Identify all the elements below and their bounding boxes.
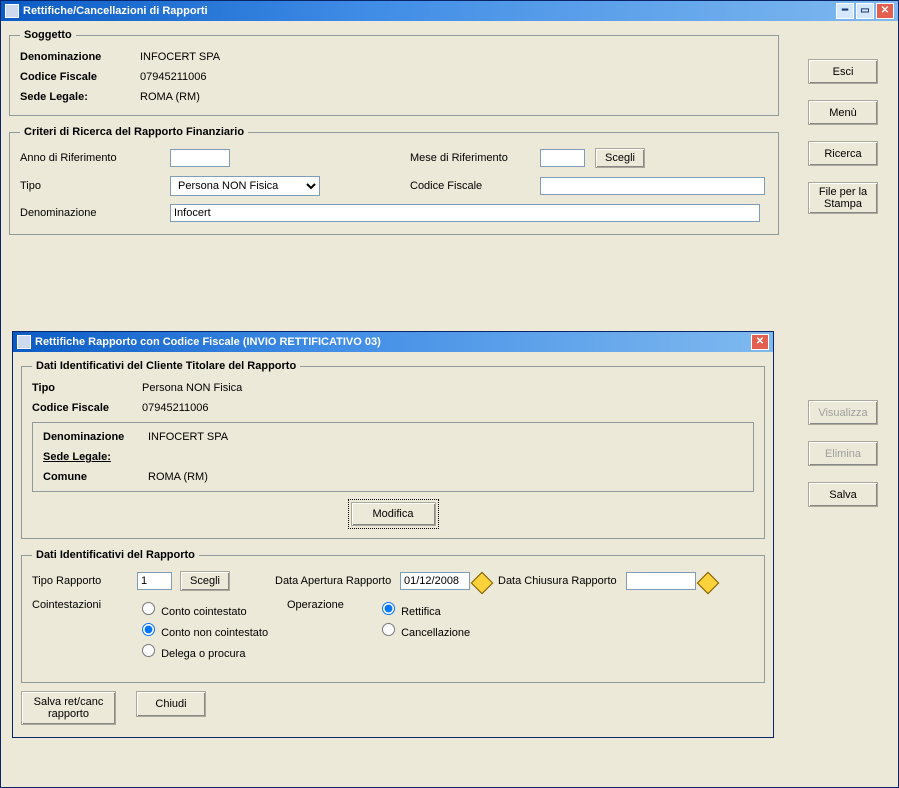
soggetto-legend: Soggetto: [20, 29, 76, 41]
scegli-tipo-rapporto-button[interactable]: Scegli: [180, 571, 230, 591]
data-apertura-input[interactable]: [400, 572, 470, 590]
soggetto-group: Soggetto Denominazione INFOCERT SPA Codi…: [9, 29, 779, 116]
side-button-panel: Esci Menù Ricerca File per la Stampa Vis…: [808, 59, 888, 507]
cliente-tipo-value: Persona NON Fisica: [142, 382, 242, 394]
radio-cancellazione[interactable]: Cancellazione: [377, 620, 470, 639]
data-apertura-label: Data Apertura Rapporto: [275, 575, 400, 587]
calendar-apertura-icon[interactable]: [471, 572, 494, 595]
elimina-button[interactable]: Elimina: [808, 441, 878, 466]
menu-button[interactable]: Menù: [808, 100, 878, 125]
modifica-button[interactable]: Modifica: [351, 502, 436, 526]
dialog-titlebar: Rettifiche Rapporto con Codice Fiscale (…: [13, 332, 773, 352]
chiudi-button[interactable]: Chiudi: [136, 691, 206, 717]
rapporto-legend: Dati Identificativi del Rapporto: [32, 549, 199, 561]
window-icon: [5, 4, 19, 18]
cliente-subbox: Denominazione INFOCERT SPA Sede Legale: …: [32, 422, 754, 492]
dialog-title: Rettifiche Rapporto con Codice Fiscale (…: [35, 336, 381, 348]
salva-ret-canc-button[interactable]: Salva ret/canc rapporto: [21, 691, 116, 725]
criteri-group: Criteri di Ricerca del Rapporto Finanzia…: [9, 126, 779, 235]
cf-input[interactable]: [540, 177, 765, 195]
radio-delega-procura[interactable]: Delega o procura: [137, 641, 287, 660]
codice-fiscale-value: 07945211006: [140, 71, 206, 83]
cliente-sede-label[interactable]: Sede Legale:: [43, 451, 148, 463]
cliente-comune-value: ROMA (RM): [148, 471, 208, 483]
dialog-close-button[interactable]: ✕: [751, 334, 769, 350]
mese-label: Mese di Riferimento: [410, 152, 540, 164]
cointestazioni-label: Cointestazioni: [32, 599, 137, 611]
cliente-legend: Dati Identificativi del Cliente Titolare…: [32, 360, 300, 372]
denom-input[interactable]: [170, 204, 760, 222]
maximize-button[interactable]: ▭: [856, 3, 874, 19]
radio-rettifica[interactable]: Rettifica: [377, 599, 470, 618]
anno-label: Anno di Riferimento: [20, 152, 170, 164]
cliente-tipo-label: Tipo: [32, 382, 142, 394]
criteri-legend: Criteri di Ricerca del Rapporto Finanzia…: [20, 126, 248, 138]
operazione-radios: Rettifica Cancellazione: [377, 599, 470, 641]
cliente-denom-value: INFOCERT SPA: [148, 431, 228, 443]
tipo-rapporto-input[interactable]: [137, 572, 172, 590]
rapporto-group: Dati Identificativi del Rapporto Tipo Ra…: [21, 549, 765, 683]
ricerca-button[interactable]: Ricerca: [808, 141, 878, 166]
radio-conto-non-cointestato[interactable]: Conto non cointestato: [137, 620, 287, 639]
cliente-denom-label: Denominazione: [43, 431, 148, 443]
codice-fiscale-label: Codice Fiscale: [20, 71, 140, 83]
salva-button[interactable]: Salva: [808, 482, 878, 507]
cliente-group: Dati Identificativi del Cliente Titolare…: [21, 360, 765, 539]
main-titlebar: Rettifiche/Cancellazioni di Rapporti ━ ▭…: [1, 1, 898, 21]
tipo-label: Tipo: [20, 180, 170, 192]
denominazione-label: Denominazione: [20, 51, 140, 63]
visualizza-button[interactable]: Visualizza: [808, 400, 878, 425]
radio-conto-cointestato[interactable]: Conto cointestato: [137, 599, 287, 618]
cliente-cf-value: 07945211006: [142, 402, 208, 414]
sede-legale-label: Sede Legale:: [20, 91, 140, 103]
cliente-cf-label: Codice Fiscale: [32, 402, 142, 414]
data-chiusura-label: Data Chiusura Rapporto: [498, 575, 626, 587]
cointestazioni-radios: Conto cointestato Conto non cointestato …: [137, 599, 287, 662]
data-chiusura-input[interactable]: [626, 572, 696, 590]
cliente-comune-label: Comune: [43, 471, 148, 483]
sede-legale-value: ROMA (RM): [140, 91, 200, 103]
close-button[interactable]: ✕: [876, 3, 894, 19]
scegli-mese-button[interactable]: Scegli: [595, 148, 645, 168]
denominazione-value: INFOCERT SPA: [140, 51, 220, 63]
denom-label: Denominazione: [20, 207, 170, 219]
operazione-label: Operazione: [287, 599, 377, 611]
minimize-button[interactable]: ━: [836, 3, 854, 19]
dialog-window: Rettifiche Rapporto con Codice Fiscale (…: [12, 331, 774, 738]
esci-button[interactable]: Esci: [808, 59, 878, 84]
mese-input[interactable]: [540, 149, 585, 167]
dialog-window-icon: [17, 335, 31, 349]
calendar-chiusura-icon[interactable]: [697, 572, 720, 595]
cf-label: Codice Fiscale: [410, 180, 540, 192]
tipo-select[interactable]: Persona NON Fisica: [170, 176, 320, 196]
file-stampa-button[interactable]: File per la Stampa: [808, 182, 878, 214]
anno-input[interactable]: [170, 149, 230, 167]
main-title: Rettifiche/Cancellazioni di Rapporti: [23, 5, 208, 17]
tipo-rapporto-label: Tipo Rapporto: [32, 575, 137, 587]
